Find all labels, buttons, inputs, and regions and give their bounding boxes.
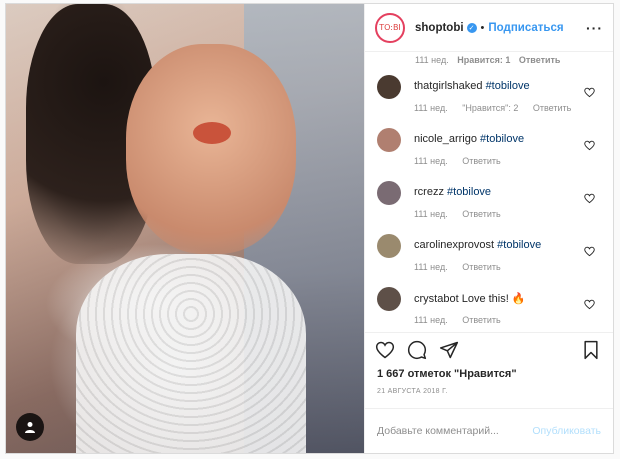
comment-meta: 111 нед. Ответить — [414, 156, 501, 166]
comment-reply-button[interactable]: Ответить — [462, 156, 500, 166]
tagged-user-button[interactable] — [16, 413, 44, 441]
comment-input[interactable] — [377, 425, 533, 437]
like-heart-icon[interactable] — [375, 340, 397, 362]
author-username[interactable]: shoptobi — [415, 22, 464, 34]
comment-reply-button[interactable]: Ответить — [462, 262, 500, 272]
commenter-username[interactable]: crystabot — [414, 293, 459, 305]
comment-reply-button[interactable]: Ответить — [462, 209, 500, 219]
comment-text: thatgirlshaked #tobilove — [414, 80, 530, 92]
comment-hashtag[interactable]: #tobilove — [480, 133, 524, 145]
comment-body: Love this! 🔥 — [461, 293, 526, 305]
photo-lace — [76, 254, 306, 453]
comment-hashtag[interactable]: #tobilove — [486, 80, 530, 92]
comment-text: carolinexprovost #tobilove — [414, 239, 541, 251]
author-avatar[interactable]: TO:BI — [375, 12, 405, 43]
comment-hashtag[interactable]: #tobilove — [497, 239, 541, 251]
comment-likes[interactable]: "Нравится": 2 — [462, 103, 518, 113]
comment-hashtag[interactable]: #tobilove — [447, 186, 491, 198]
likes-count[interactable]: 1 667 отметок "Нравится" — [365, 368, 613, 384]
comment-meta: 111 нед. Ответить — [414, 209, 501, 219]
comment-meta: 111 нед. Ответить — [414, 262, 501, 272]
comment-reply-button[interactable]: Ответить — [533, 103, 571, 113]
like-comment-heart-icon[interactable] — [584, 193, 595, 204]
comment-meta: 111 нед. "Нравится": 2 Ответить — [414, 103, 571, 113]
comment-time: 111 нед. — [415, 55, 449, 65]
previous-comment-meta: 111 нед. Нравится: 1 Ответить — [415, 55, 560, 65]
commenter-username[interactable]: nicole_arrigo — [414, 133, 477, 145]
photo-face — [126, 44, 296, 254]
commenter-avatar[interactable] — [377, 128, 401, 152]
publish-button[interactable]: Опубликовать — [532, 425, 601, 437]
photo-lips — [193, 122, 231, 144]
like-comment-heart-icon[interactable] — [584, 140, 595, 151]
comment-item: carolinexprovost #tobilove 111 нед. Отве… — [375, 234, 599, 282]
commenter-avatar[interactable] — [377, 181, 401, 205]
comment-meta: 111 нед. Ответить — [414, 315, 501, 325]
comment-reply-button[interactable]: Ответить — [462, 315, 500, 325]
comment-time: 111 нед. — [414, 156, 448, 166]
comment-time: 111 нед. — [414, 209, 448, 219]
verified-badge-icon: ✓ — [466, 22, 477, 33]
post-photo[interactable] — [6, 4, 364, 453]
comment-time: 111 нед. — [414, 262, 448, 272]
more-options-icon[interactable]: ··· — [586, 20, 603, 36]
share-send-icon[interactable] — [439, 340, 461, 362]
bookmark-icon[interactable] — [581, 340, 603, 362]
author-avatar-text: TO:BI — [379, 23, 401, 32]
comment-likes[interactable]: Нравится: 1 — [457, 55, 510, 65]
comment-item: crystabot Love this! 🔥 111 нед. Ответить — [375, 287, 599, 332]
comments-list[interactable]: 111 нед. Нравится: 1 Ответить thatgirlsh… — [365, 52, 613, 332]
like-comment-heart-icon[interactable] — [584, 246, 595, 257]
comment-text: rcrezz #tobilove — [414, 186, 491, 198]
instagram-post: TO:BI shoptobi ✓ • Подписаться ··· 111 н… — [5, 3, 614, 454]
comment-item: thatgirlshaked #tobilove 111 нед. "Нрави… — [375, 75, 599, 123]
comment-time: 111 нед. — [414, 315, 448, 325]
add-comment-bar: Опубликовать — [365, 408, 613, 453]
comment-item: rcrezz #tobilove 111 нед. Ответить — [375, 181, 599, 229]
like-comment-heart-icon[interactable] — [584, 299, 595, 310]
post-date[interactable]: 21 АВГУСТА 2018 Г. — [365, 384, 613, 402]
post-header: TO:BI shoptobi ✓ • Подписаться ··· — [365, 4, 613, 52]
comment-reply-button[interactable]: Ответить — [519, 55, 561, 65]
commenter-username[interactable]: thatgirlshaked — [414, 80, 483, 92]
comment-text: nicole_arrigo #tobilove — [414, 133, 524, 145]
post-actions — [365, 332, 613, 368]
commenter-avatar[interactable] — [377, 287, 401, 311]
comment-text: crystabot Love this! 🔥 — [414, 292, 526, 305]
like-comment-heart-icon[interactable] — [584, 87, 595, 98]
commenter-username[interactable]: carolinexprovost — [414, 239, 494, 251]
commenter-avatar[interactable] — [377, 234, 401, 258]
header-separator: • — [480, 21, 485, 34]
post-sidebar: TO:BI shoptobi ✓ • Подписаться ··· 111 н… — [364, 4, 613, 453]
comment-time: 111 нед. — [414, 103, 448, 113]
commenter-avatar[interactable] — [377, 75, 401, 99]
follow-button[interactable]: Подписаться — [488, 22, 563, 34]
user-icon — [25, 422, 35, 433]
comment-bubble-icon[interactable] — [407, 340, 429, 362]
commenter-username[interactable]: rcrezz — [414, 186, 444, 198]
comment-item: nicole_arrigo #tobilove 111 нед. Ответит… — [375, 128, 599, 176]
